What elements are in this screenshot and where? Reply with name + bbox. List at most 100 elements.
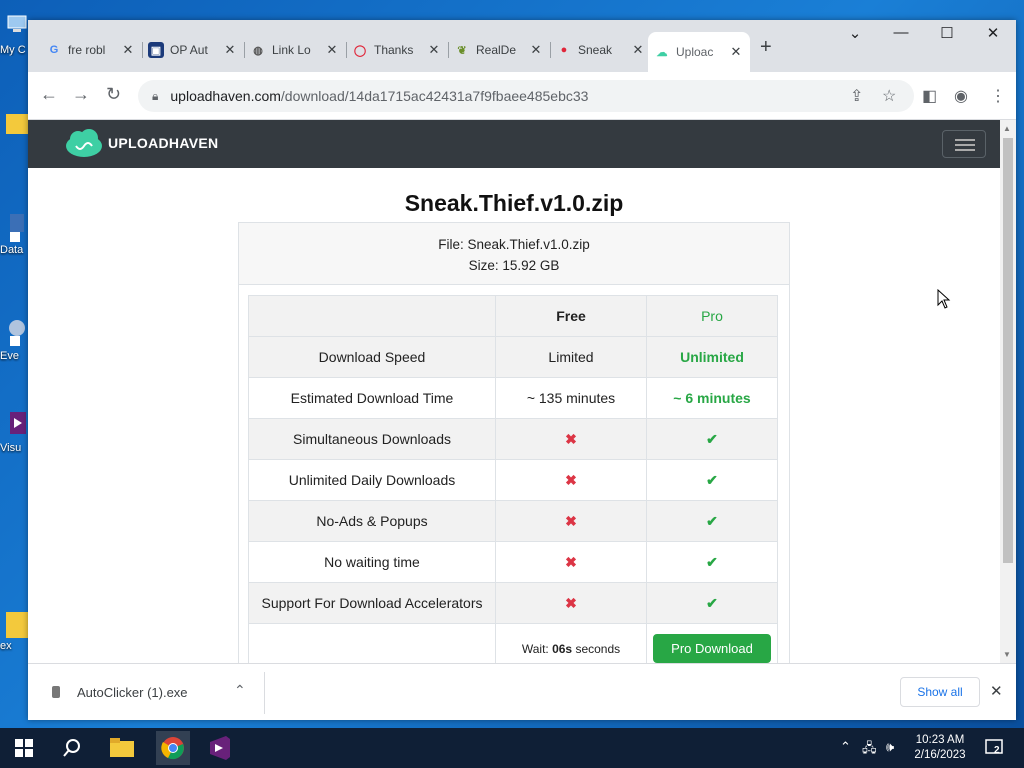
share-icon[interactable]: ⇪ xyxy=(850,86,863,106)
table-row: Download Speed Limited Unlimited xyxy=(248,336,778,378)
search-icon[interactable] xyxy=(58,734,86,762)
show-all-button[interactable]: Show all xyxy=(900,677,980,707)
notifications-icon[interactable]: 2 xyxy=(984,737,1006,759)
tab-title: OP Aut xyxy=(170,43,208,57)
cloud-logo-icon xyxy=(64,128,104,158)
scrollbar-thumb[interactable] xyxy=(1003,138,1013,563)
side-panel-icon[interactable]: ◧ xyxy=(922,86,937,106)
tab-title: Sneak xyxy=(578,43,613,57)
clock-date: 2/16/2023 xyxy=(914,749,966,761)
tab-google[interactable]: G fre robl ✕ xyxy=(40,34,143,66)
close-tab-icon[interactable]: ✕ xyxy=(120,42,136,58)
bookmark-star-icon[interactable]: ☆ xyxy=(882,86,896,106)
file-explorer-icon[interactable] xyxy=(108,734,136,762)
close-tab-icon[interactable]: ✕ xyxy=(426,42,442,58)
close-tab-icon[interactable]: ✕ xyxy=(728,44,744,60)
desktop-icon-folder[interactable] xyxy=(0,110,28,140)
tab-search-icon[interactable]: ⌄ xyxy=(832,24,878,42)
minimize-icon[interactable]: — xyxy=(878,24,924,41)
uploadhaven-icon: ☁ xyxy=(656,46,668,59)
feature-label: Support For Download Accelerators xyxy=(248,582,496,624)
tab-op-auto[interactable]: ▣ OP Aut ✕ xyxy=(142,34,245,66)
close-tab-icon[interactable]: ✕ xyxy=(324,42,340,58)
leaf-icon: ❦ xyxy=(457,44,467,57)
chevron-up-icon[interactable]: ⌃ xyxy=(234,682,246,699)
folder-icon xyxy=(6,110,28,140)
tab-thanks[interactable]: ◯ Thanks ✕ xyxy=(346,34,449,66)
close-tab-icon[interactable]: ✕ xyxy=(630,42,646,58)
opera-icon: ◯ xyxy=(353,44,367,57)
feature-label: Estimated Download Time xyxy=(248,377,496,419)
system-clock[interactable]: 10:23 AM 2/16/2023 xyxy=(908,733,972,763)
globe-icon: ◍ xyxy=(253,44,263,57)
desktop-icon-data[interactable]: Data xyxy=(0,212,28,256)
tab-sneak[interactable]: ● Sneak ✕ xyxy=(550,34,652,66)
desktop-icon-eve[interactable]: Eve xyxy=(0,318,28,362)
file-info: File: Sneak.Thief.v1.0.zip Size: 15.92 G… xyxy=(239,223,789,285)
check-icon: ✔ xyxy=(646,459,778,501)
table-row: Support For Download Accelerators ✖ ✔ xyxy=(248,582,778,624)
forward-icon[interactable]: → xyxy=(72,84,90,105)
address-bar[interactable]: 🔒︎ uploadhaven.com/download/14da1715ac42… xyxy=(138,80,914,112)
windows-start-icon[interactable] xyxy=(10,734,38,762)
close-window-icon[interactable]: ✕ xyxy=(970,24,1016,42)
feature-label: Unlimited Daily Downloads xyxy=(248,459,496,501)
nav-toggle-button[interactable] xyxy=(942,130,986,158)
tab-link-locker[interactable]: ◍ Link Lo ✕ xyxy=(244,34,347,66)
scroll-down-icon[interactable]: ▼ xyxy=(1003,650,1011,659)
site-logo[interactable]: UPLOADHAVEN xyxy=(64,128,218,158)
shortcut-icon xyxy=(6,212,28,242)
close-tab-icon[interactable]: ✕ xyxy=(528,42,544,58)
download-item-name[interactable]: AutoClicker (1).exe xyxy=(77,685,188,700)
close-shelf-icon[interactable]: ✕ xyxy=(990,682,1003,700)
page-scrollbar[interactable]: ▲ ▼ xyxy=(1000,120,1016,663)
wait-countdown: Wait: 06s seconds xyxy=(495,623,647,663)
tab-realdebrid[interactable]: ❦ RealDe ✕ xyxy=(448,34,551,66)
back-icon[interactable]: ← xyxy=(40,84,58,105)
lock-icon[interactable]: 🔒︎ xyxy=(152,89,158,104)
feature-label: Simultaneous Downloads xyxy=(248,418,496,460)
reload-icon[interactable]: ↻ xyxy=(106,84,121,105)
desktop-icon-visual-studio[interactable]: Visu xyxy=(0,410,28,454)
cross-icon: ✖ xyxy=(495,582,647,624)
computer-icon xyxy=(6,12,28,42)
pro-download-button[interactable]: Pro Download xyxy=(653,634,771,663)
show-hidden-icons-icon[interactable]: ⌃ xyxy=(840,739,851,755)
column-header-free: Free xyxy=(495,295,647,337)
file-icon xyxy=(52,686,60,698)
url-path: /download/14da1715ac42431a7f9fbaee485ebc… xyxy=(280,88,589,104)
volume-icon[interactable]: 🕪︎ xyxy=(886,739,894,755)
network-icon[interactable]: 🖧︎ xyxy=(862,739,877,761)
menu-kebab-icon[interactable]: ⋮ xyxy=(990,86,1006,106)
url-domain: uploadhaven.com xyxy=(170,88,281,104)
pro-value: Unlimited xyxy=(646,336,778,378)
scroll-up-icon[interactable]: ▲ xyxy=(1003,124,1011,133)
cross-icon: ✖ xyxy=(495,459,647,501)
maximize-icon[interactable]: ☐ xyxy=(924,24,970,42)
feature-label: No waiting time xyxy=(248,541,496,583)
desktop-icon-label: My C xyxy=(0,44,26,56)
free-value: Limited xyxy=(495,336,647,378)
tab-uploadhaven[interactable]: ☁ Uploac ✕ xyxy=(648,32,750,72)
tab-title: RealDe xyxy=(476,43,517,57)
desktop-icon-label: Eve xyxy=(0,350,19,362)
new-tab-icon[interactable]: + xyxy=(760,36,772,59)
tab-title: Thanks xyxy=(374,43,414,57)
desktop-icon-label: ex xyxy=(0,640,12,652)
table-row: No-Ads & Popups ✖ ✔ xyxy=(248,500,778,542)
table-row: Simultaneous Downloads ✖ ✔ xyxy=(248,418,778,460)
desktop-icon-label: Visu xyxy=(0,442,22,454)
desktop-icon-computer[interactable]: My C xyxy=(0,12,28,56)
table-row-actions: Wait: 06s seconds Pro Download xyxy=(248,623,778,663)
mouse-cursor-icon xyxy=(937,289,951,309)
cross-icon: ✖ xyxy=(495,500,647,542)
visual-studio-icon[interactable] xyxy=(206,734,234,762)
taskbar: ⌃ 🖧︎ 🕪︎ 10:23 AM 2/16/2023 2 xyxy=(0,728,1024,768)
file-size-line: Size: 15.92 GB xyxy=(468,258,560,273)
notification-count: 2 xyxy=(994,745,1000,756)
profile-icon[interactable]: ◉ xyxy=(954,86,968,106)
close-tab-icon[interactable]: ✕ xyxy=(222,42,238,58)
chrome-icon[interactable] xyxy=(156,731,190,765)
site-header: UPLOADHAVEN xyxy=(28,120,1000,168)
desktop-icon-ex[interactable]: ex xyxy=(0,608,28,652)
